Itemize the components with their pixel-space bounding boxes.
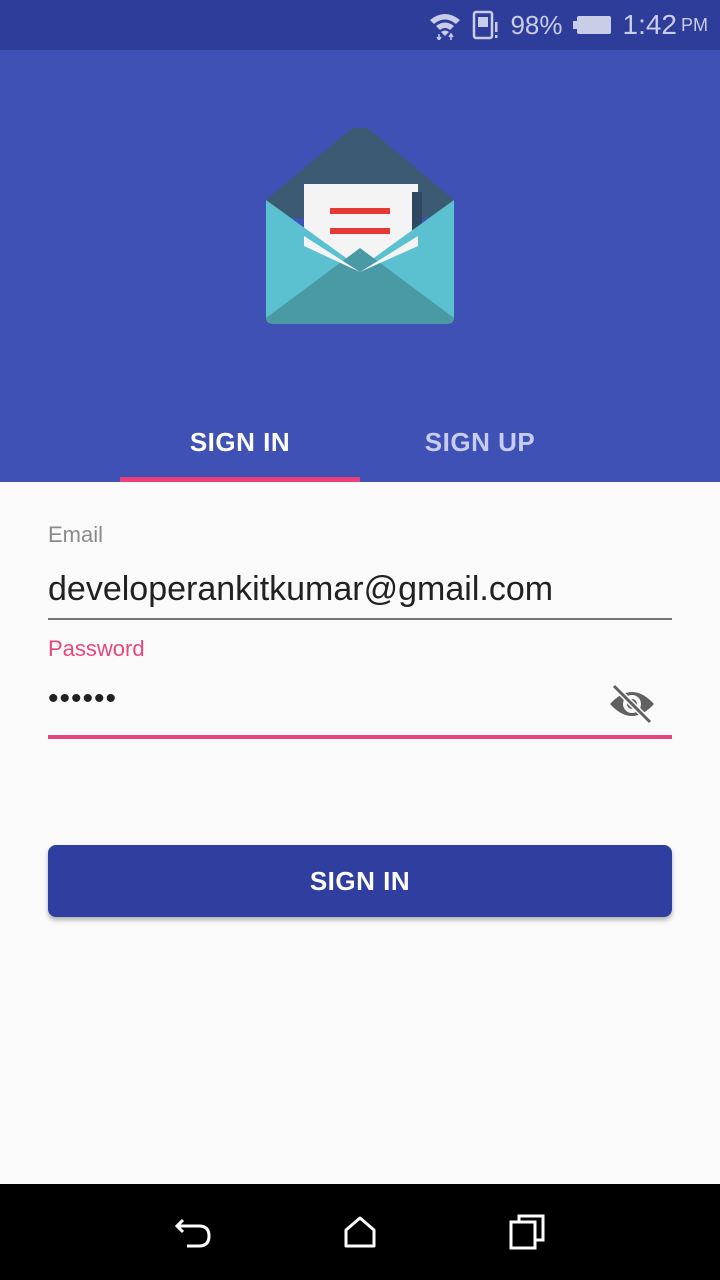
sim-alert-icon [472, 10, 500, 40]
battery-percent: 98% [510, 9, 563, 40]
status-bar: 98% 1:42 PM [0, 0, 720, 50]
battery-icon [572, 14, 613, 36]
wifi-icon [428, 10, 462, 40]
clock-ampm: PM [681, 14, 708, 35]
app-header: SIGN IN SIGN UP [0, 50, 720, 482]
tab-sign-in[interactable]: SIGN IN [120, 402, 360, 482]
email-underline [48, 618, 672, 620]
clock: 1:42 PM [623, 9, 709, 41]
eye-off-icon[interactable] [608, 682, 656, 726]
clock-time: 1:42 [622, 9, 678, 40]
tab-sign-up[interactable]: SIGN UP [360, 402, 600, 482]
nav-bar [0, 1184, 720, 1280]
back-icon[interactable] [169, 1208, 217, 1256]
email-label: Email [48, 522, 104, 547]
password-field[interactable]: •••••• [48, 682, 117, 716]
home-icon[interactable] [336, 1208, 384, 1256]
recents-icon[interactable] [503, 1208, 551, 1256]
password-underline [48, 735, 672, 739]
auth-tabs: SIGN IN SIGN UP [0, 402, 720, 482]
sign-in-button[interactable]: SIGN IN [48, 845, 672, 917]
email-field[interactable]: developerankitkumar@gmail.com [48, 570, 672, 609]
password-label: Password [48, 636, 145, 661]
envelope-icon [262, 127, 458, 328]
